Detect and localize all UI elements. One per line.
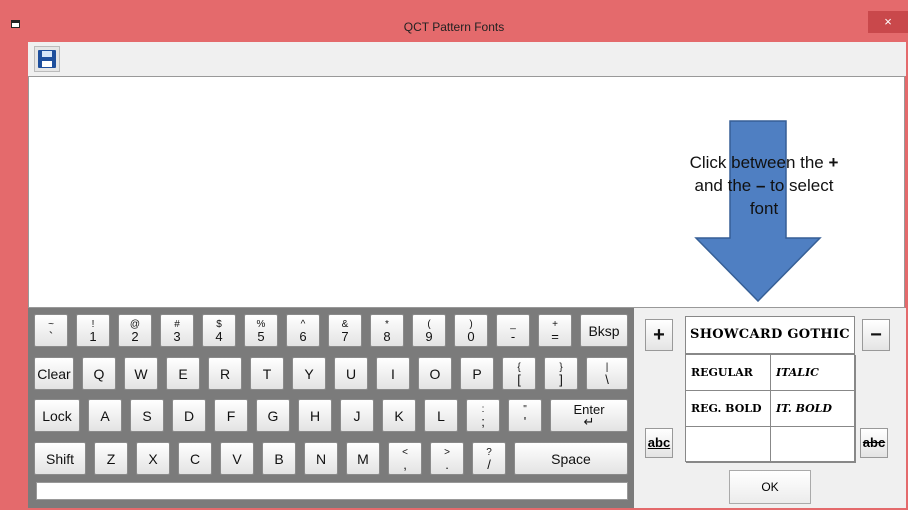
close-button[interactable]: × xyxy=(868,11,908,33)
key-2[interactable]: @2 xyxy=(118,314,152,347)
key-0[interactable]: ) 0 xyxy=(454,314,488,347)
style-regular[interactable]: REGULAR xyxy=(686,355,771,391)
key-7[interactable]: & 7 xyxy=(328,314,362,347)
key-s[interactable]: S xyxy=(130,399,164,432)
key-p[interactable]: P xyxy=(460,357,494,390)
key-y[interactable]: Y xyxy=(292,357,326,390)
key-f[interactable]: F xyxy=(214,399,248,432)
floppy-disk-icon xyxy=(38,50,56,68)
key-c[interactable]: C xyxy=(178,442,212,475)
key-m[interactable]: M xyxy=(346,442,380,475)
key-1[interactable]: ! 1 xyxy=(76,314,110,347)
key-r[interactable]: R xyxy=(208,357,242,390)
key-right-bracket[interactable]: }] xyxy=(544,357,578,390)
save-button[interactable] xyxy=(34,46,60,72)
key-quote[interactable]: " ' xyxy=(508,399,542,432)
key-left-bracket[interactable]: {[ xyxy=(502,357,536,390)
hint-text: Click between the + and the – to select … xyxy=(689,153,839,218)
font-style-grid: REGULAR ITALIC REG. BOLD IT. BOLD xyxy=(685,354,856,463)
key-b[interactable]: B xyxy=(262,442,296,475)
key-tilde[interactable]: ~ ` xyxy=(34,314,68,347)
key-x[interactable]: X xyxy=(136,442,170,475)
enter-arrow-icon: ↵ xyxy=(583,413,595,429)
next-font-button[interactable]: + xyxy=(645,319,673,351)
on-screen-keyboard: ~ ` ! 1 @2 #3 $4 % 5 ^ 6 & 7 * 8 (9 ) 0 _ - + = B… xyxy=(28,308,634,508)
keyboard-input-field[interactable] xyxy=(36,482,628,500)
key-o[interactable]: O xyxy=(418,357,452,390)
key-lock[interactable]: Lock xyxy=(34,399,80,432)
key-h[interactable]: H xyxy=(298,399,332,432)
key-g[interactable]: G xyxy=(256,399,290,432)
key-e[interactable]: E xyxy=(166,357,200,390)
key-backslash[interactable]: | \ xyxy=(586,357,628,390)
key-i[interactable]: I xyxy=(376,357,410,390)
style-italic-bold[interactable]: IT. BOLD xyxy=(771,391,856,427)
key-w[interactable]: W xyxy=(124,357,158,390)
window-title: QCT Pattern Fonts xyxy=(403,20,505,34)
key-5[interactable]: % 5 xyxy=(244,314,278,347)
key-z[interactable]: Z xyxy=(94,442,128,475)
key-j[interactable]: J xyxy=(340,399,374,432)
key-equals[interactable]: + = xyxy=(538,314,572,347)
toolbar xyxy=(28,42,906,76)
style-empty-cell xyxy=(686,427,771,463)
key-clear[interactable]: Clear xyxy=(34,357,74,390)
key-8[interactable]: * 8 xyxy=(370,314,404,347)
key-semicolon[interactable]: :; xyxy=(466,399,500,432)
title-bar[interactable]: QCT Pattern Fonts × xyxy=(0,0,908,42)
key-3[interactable]: #3 xyxy=(160,314,194,347)
key-4[interactable]: $4 xyxy=(202,314,236,347)
strikethrough-button[interactable]: abc xyxy=(860,428,888,458)
font-name-display[interactable]: SHOWCARD GOTHIC xyxy=(685,316,855,354)
ok-button[interactable]: OK xyxy=(729,470,811,504)
key-9[interactable]: (9 xyxy=(412,314,446,347)
key-q[interactable]: Q xyxy=(82,357,116,390)
font-selector-panel: + SHOWCARD GOTHIC − REGULAR ITALIC REG. … xyxy=(634,308,906,508)
underline-button[interactable]: abc xyxy=(645,428,673,458)
key-t[interactable]: T xyxy=(250,357,284,390)
key-u[interactable]: U xyxy=(334,357,368,390)
key-slash[interactable]: ? / xyxy=(472,442,506,475)
key-d[interactable]: D xyxy=(172,399,206,432)
key-period[interactable]: >. xyxy=(430,442,464,475)
key-l[interactable]: L xyxy=(424,399,458,432)
previous-font-button[interactable]: − xyxy=(862,319,890,351)
key-space[interactable]: Space xyxy=(514,442,628,475)
key-n[interactable]: N xyxy=(304,442,338,475)
style-empty-cell xyxy=(771,427,856,463)
style-italic[interactable]: ITALIC xyxy=(771,355,856,391)
key-v[interactable]: V xyxy=(220,442,254,475)
style-regular-bold[interactable]: REG. BOLD xyxy=(686,391,771,427)
key-comma[interactable]: <, xyxy=(388,442,422,475)
key-minus[interactable]: _ - xyxy=(496,314,530,347)
key-backspace[interactable]: Bksp xyxy=(580,314,628,347)
key-shift[interactable]: Shift xyxy=(34,442,86,475)
key-a[interactable]: A xyxy=(88,399,122,432)
app-window: QCT Pattern Fonts × Click between the + … xyxy=(0,0,908,510)
key-enter[interactable]: Enter ↵ xyxy=(550,399,628,432)
key-6[interactable]: ^ 6 xyxy=(286,314,320,347)
key-k[interactable]: K xyxy=(382,399,416,432)
